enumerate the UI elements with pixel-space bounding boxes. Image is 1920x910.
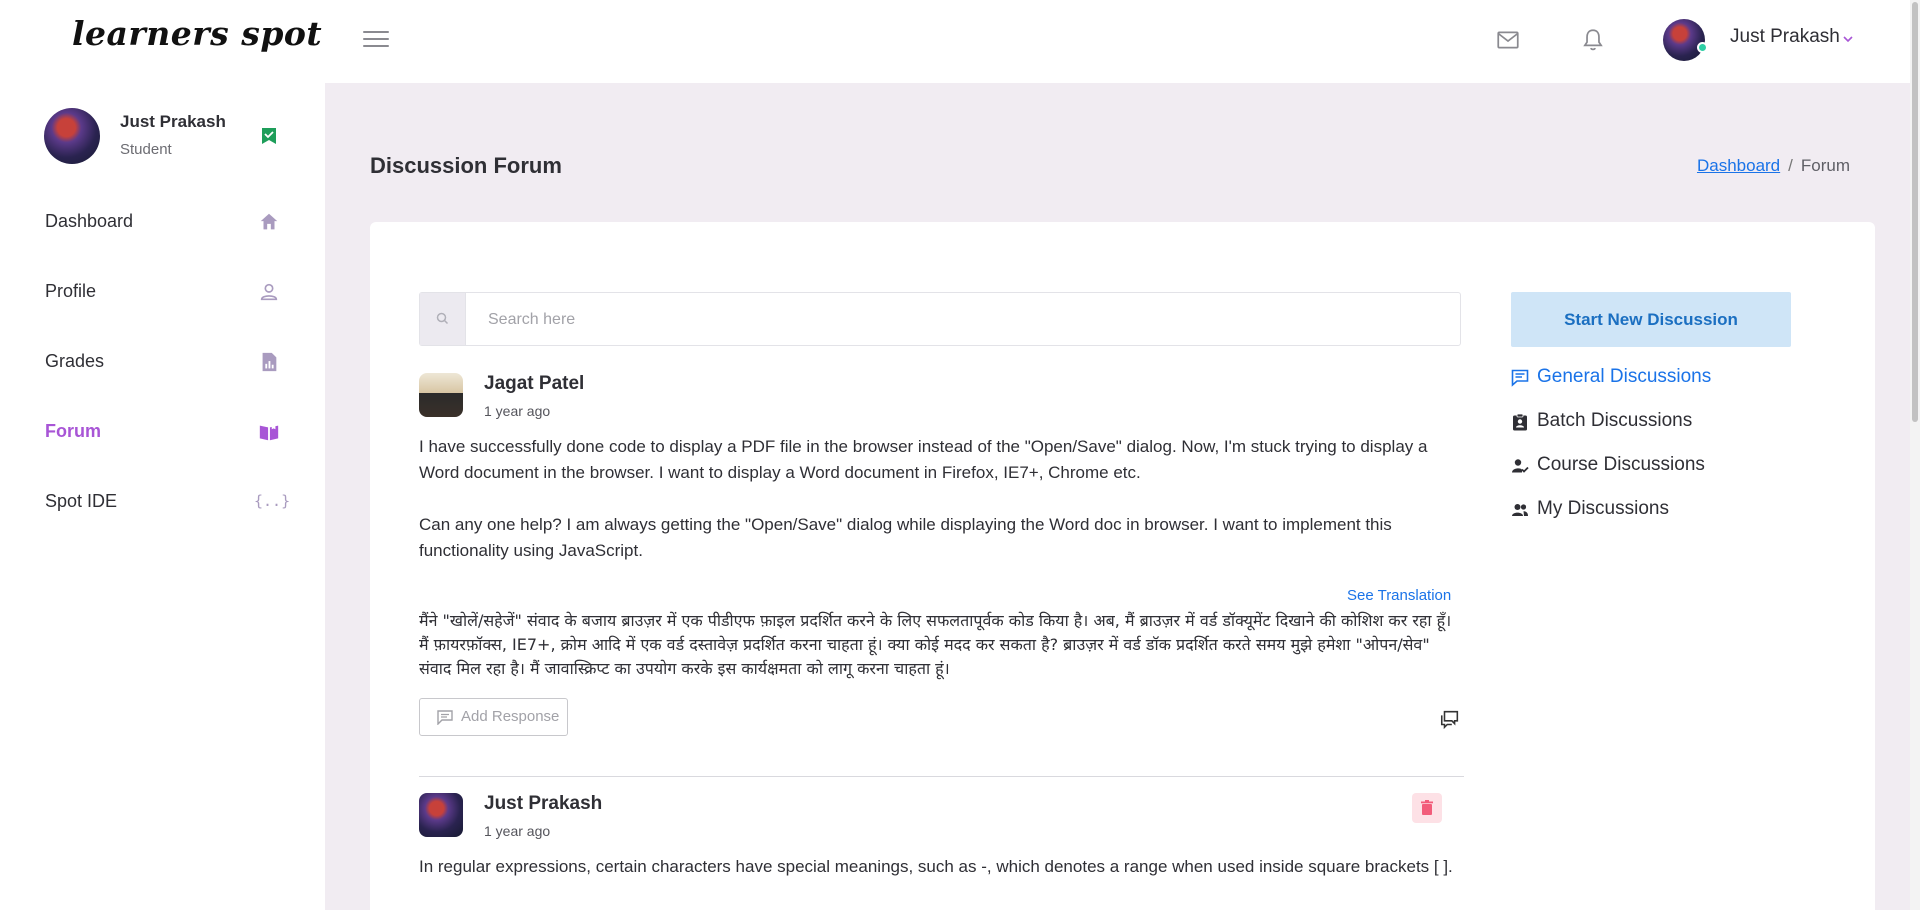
sidebar-item-label: Forum — [45, 421, 101, 441]
scrollbar-thumb[interactable] — [1912, 2, 1918, 422]
code-braces-icon: {..} — [254, 492, 291, 510]
forum-card: Jagat Patel 1 year ago I have successful… — [370, 222, 1875, 910]
user-menu-name[interactable]: Just Prakash — [1730, 26, 1840, 48]
user-check-icon — [1511, 457, 1529, 475]
post-divider — [419, 776, 1464, 777]
add-response-button[interactable]: Add Response — [419, 698, 568, 736]
mail-icon[interactable] — [1495, 27, 1521, 53]
sidebar-item-profile[interactable]: Profile — [0, 271, 325, 315]
add-response-label: Add Response — [461, 708, 560, 725]
post-timestamp: 1 year ago — [484, 823, 551, 839]
user-icon — [258, 281, 280, 303]
discussion-link-label: General Discussions — [1537, 366, 1712, 387]
sidebar-item-label: Spot IDE — [45, 491, 118, 511]
post-body-paragraph: In regular expressions, certain characte… — [419, 857, 1453, 876]
breadcrumb-current: Forum — [1800, 156, 1850, 175]
sidebar-item-spot-ide[interactable]: Spot IDE {..} — [0, 481, 325, 525]
sidebar-avatar — [44, 108, 100, 164]
sidebar-item-label: Grades — [45, 351, 105, 371]
breadcrumb: Dashboard / Forum — [1697, 156, 1850, 176]
discussion-link-label: Course Discussions — [1537, 454, 1705, 475]
discussion-link-label: My Discussions — [1537, 498, 1669, 519]
page-title: Discussion Forum — [370, 153, 562, 178]
search-bar — [419, 292, 1461, 346]
sidebar: Just Prakash Student Dashboard Profile G… — [0, 83, 325, 910]
sidebar-item-forum[interactable]: Forum — [0, 411, 325, 455]
logo[interactable]: learners spot — [72, 14, 322, 53]
post-author-avatar — [419, 373, 463, 417]
post-translation: मैंने "खोलें/सहेजें" संवाद के बजाय ब्राउ… — [419, 611, 1452, 678]
book-open-icon — [258, 421, 280, 443]
trash-icon — [1421, 800, 1433, 815]
home-icon — [258, 211, 280, 233]
top-bar: learners spot Just Prakash — [0, 0, 1920, 83]
chevron-down-icon[interactable] — [1842, 32, 1854, 44]
search-input[interactable] — [488, 307, 1428, 333]
users-icon — [1511, 501, 1529, 519]
bell-icon[interactable] — [1580, 27, 1606, 53]
sidebar-item-label: Profile — [45, 281, 97, 301]
start-new-discussion-button[interactable]: Start New Discussion — [1511, 292, 1791, 347]
discussion-link-label: Batch Discussions — [1537, 410, 1693, 431]
hamburger-menu-icon[interactable] — [363, 28, 389, 50]
breadcrumb-separator: / — [1788, 156, 1793, 175]
chat-icon — [1511, 369, 1529, 387]
avatar[interactable] — [1663, 19, 1705, 61]
post-timestamp: 1 year ago — [484, 403, 551, 419]
report-icon — [258, 351, 280, 373]
sidebar-item-dashboard[interactable]: Dashboard — [0, 201, 325, 245]
breadcrumb-link-dashboard[interactable]: Dashboard — [1697, 156, 1780, 175]
comment-icon — [437, 710, 453, 726]
online-status-dot — [1697, 42, 1708, 53]
delete-button[interactable] — [1412, 793, 1442, 823]
comments-icon[interactable] — [1439, 708, 1461, 730]
post-author-avatar — [419, 793, 463, 837]
see-translation-link[interactable]: See Translation — [1347, 587, 1451, 604]
clipboard-user-icon — [1511, 413, 1529, 431]
post-author-name[interactable]: Just Prakash — [484, 793, 602, 815]
sidebar-user-role: Student — [120, 141, 172, 158]
sidebar-item-label: Dashboard — [45, 211, 134, 231]
sidebar-user-name: Just Prakash — [120, 112, 226, 131]
post-author-name[interactable]: Jagat Patel — [484, 373, 584, 395]
sidebar-item-grades[interactable]: Grades — [0, 341, 325, 385]
post-body-paragraph: I have successfully done code to display… — [419, 437, 1428, 482]
verified-badge-icon — [261, 127, 277, 145]
post-body-paragraph: Can any one help? I am always getting th… — [419, 515, 1392, 560]
search-icon — [420, 293, 466, 345]
